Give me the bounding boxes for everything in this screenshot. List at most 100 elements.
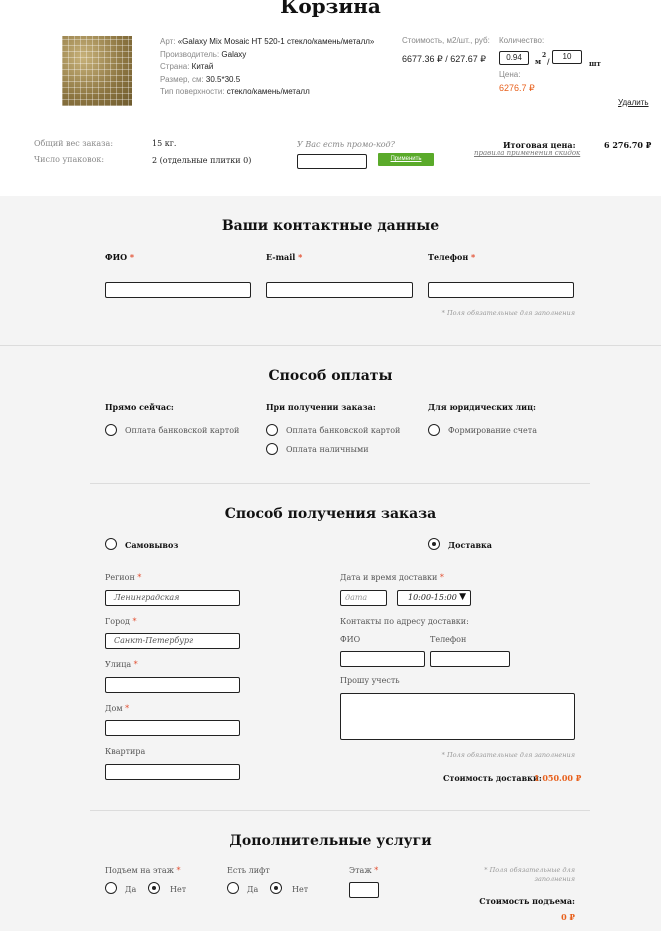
delivery-phone-field[interactable] <box>430 651 510 667</box>
lift-floor-no-radio[interactable] <box>148 882 160 894</box>
surface-value: стекло/камень/металл <box>226 87 310 96</box>
pay-later-card-radio[interactable] <box>266 424 278 436</box>
street-text: Улица <box>105 660 132 669</box>
has-lift-yes-label: Да <box>247 885 259 894</box>
region-field[interactable]: Ленинградская <box>105 590 240 606</box>
delete-link[interactable]: Удалить <box>618 98 649 107</box>
extra-required-note-line1: * Поля обязательные для <box>484 866 575 874</box>
surface-label: Тип поверхности: <box>160 87 225 96</box>
has-lift-no-radio[interactable] <box>270 882 282 894</box>
contacts-required-note: * Поля обязательные для заполнения <box>441 309 575 317</box>
fio-field[interactable] <box>105 282 251 298</box>
lift-floor-no-label: Нет <box>170 885 187 894</box>
extra-required-note: * Поля обязательные для заполнения <box>470 866 575 884</box>
email-field[interactable] <box>266 282 413 298</box>
pay-cash-label: Оплата наличными <box>286 445 369 454</box>
has-lift-label: Есть лифт <box>227 866 270 875</box>
date-field[interactable]: дата <box>340 590 387 606</box>
art-label: Арт: <box>160 37 176 46</box>
required-mark: * <box>133 660 138 669</box>
lift-floor-yes-label: Да <box>125 885 137 894</box>
delivery-cost-label: Стоимость доставки: <box>443 773 542 783</box>
promo-label: У Вас есть промо-код? <box>297 140 395 149</box>
region-label: Регион * <box>105 573 141 582</box>
contacts-title: Ваши контактные данные <box>221 218 440 234</box>
packs-label: Число упаковок: <box>34 155 105 164</box>
phone-field[interactable] <box>428 282 574 298</box>
qty-label: Количество: <box>499 36 545 45</box>
required-mark: * <box>125 704 130 713</box>
street-field[interactable] <box>105 677 240 693</box>
time-value: 10:00-15:00 <box>408 593 457 602</box>
street-label: Улица * <box>105 660 138 669</box>
weight-value: 15 кг. <box>152 139 177 148</box>
email-text: E-mail <box>266 252 296 262</box>
house-label: Дом * <box>105 704 129 713</box>
datetime-label: Дата и время доставки * <box>340 573 444 582</box>
qty-unit-pcs: шт <box>589 59 601 68</box>
payment-col1-title: Прямо сейчас: <box>105 402 174 412</box>
weight-label: Общий вес заказа: <box>34 139 114 148</box>
cost-label: Стоимость, м2/шт., руб: <box>402 36 490 45</box>
payment-col3-title: Для юридических лиц: <box>428 402 536 412</box>
pickup-radio[interactable] <box>105 538 117 550</box>
city-text: Город <box>105 617 130 626</box>
pickup-label: Самовывоз <box>125 540 179 550</box>
packs-close: ) <box>248 156 252 165</box>
payment-col2-title: При получении заказа: <box>266 402 376 412</box>
city-label: Город * <box>105 617 137 626</box>
floor-label: Этаж * <box>349 866 378 875</box>
contacts-phone-label: Телефон * <box>428 252 475 262</box>
flat-label: Квартира <box>105 747 146 756</box>
product-info: Арт: «Galaxy Mix Mosaic HT 520-1 стекло/… <box>160 36 390 99</box>
has-lift-yes-radio[interactable] <box>227 882 239 894</box>
required-mark: * <box>439 573 444 582</box>
packs-count: 2 <box>152 156 158 165</box>
promo-input[interactable] <box>297 154 367 169</box>
delivery-phone-label: Телефон <box>430 635 467 644</box>
datetime-text: Дата и время доставки <box>340 573 438 582</box>
divider <box>90 810 590 811</box>
house-field[interactable] <box>105 720 240 736</box>
delivery-fio-label: ФИО <box>340 635 361 644</box>
lift-floor-yes-radio[interactable] <box>105 882 117 894</box>
phone-text: Телефон <box>428 252 469 262</box>
pay-invoice-radio[interactable] <box>428 424 440 436</box>
qty-slash: / <box>547 57 550 66</box>
art-value: «Galaxy Mix Mosaic HT 520-1 стекло/камен… <box>177 37 375 46</box>
product-image[interactable] <box>62 36 132 106</box>
maker-value: Galaxy <box>221 49 247 59</box>
qty-m2-input[interactable]: 0.94 <box>499 51 529 65</box>
maker-label: Производитель: <box>160 49 220 59</box>
lift-floor-text: Подъем на этаж <box>105 866 174 875</box>
qty-unit-sup: 2 <box>542 52 547 59</box>
country-value: Китай <box>191 62 214 71</box>
qty-pcs-input[interactable]: 10 <box>552 50 582 64</box>
discount-rules-link[interactable]: правила применения скидок <box>474 149 580 157</box>
packs-value: 2 (отдельные плитки 0) <box>152 156 251 165</box>
delivery-title: Способ получения заказа <box>224 506 437 522</box>
required-mark: * <box>298 252 303 262</box>
promo-apply-button[interactable]: Применить <box>378 153 434 166</box>
time-select[interactable]: 10:00-15:00 ▼ <box>397 590 471 606</box>
pay-now-card-label: Оплата банковской картой <box>125 426 240 435</box>
city-field[interactable]: Санкт-Петербург <box>105 633 240 649</box>
required-mark: * <box>137 573 142 582</box>
floor-field[interactable] <box>349 882 379 898</box>
required-mark: * <box>470 252 476 262</box>
lift-floor-label: Подъем на этаж * <box>105 866 181 875</box>
delivery-fio-field[interactable] <box>340 651 425 667</box>
extra-title: Дополнительные услуги <box>229 833 432 849</box>
contacts-fio-label: ФИО * <box>105 252 134 262</box>
required-mark: * <box>129 252 135 262</box>
delivery-contacts-label: Контакты по адресу доставки: <box>340 617 469 626</box>
delivery-radio[interactable] <box>428 538 440 550</box>
country-label: Страна: <box>160 62 190 71</box>
floor-text: Этаж <box>349 866 372 875</box>
note-textarea[interactable] <box>340 693 575 740</box>
lift-cost-label: Стоимость подъема: <box>479 896 575 906</box>
flat-field[interactable] <box>105 764 240 780</box>
pay-cash-radio[interactable] <box>266 443 278 455</box>
lift-cost-value: 0 ₽ <box>561 912 575 922</box>
pay-now-card-radio[interactable] <box>105 424 117 436</box>
